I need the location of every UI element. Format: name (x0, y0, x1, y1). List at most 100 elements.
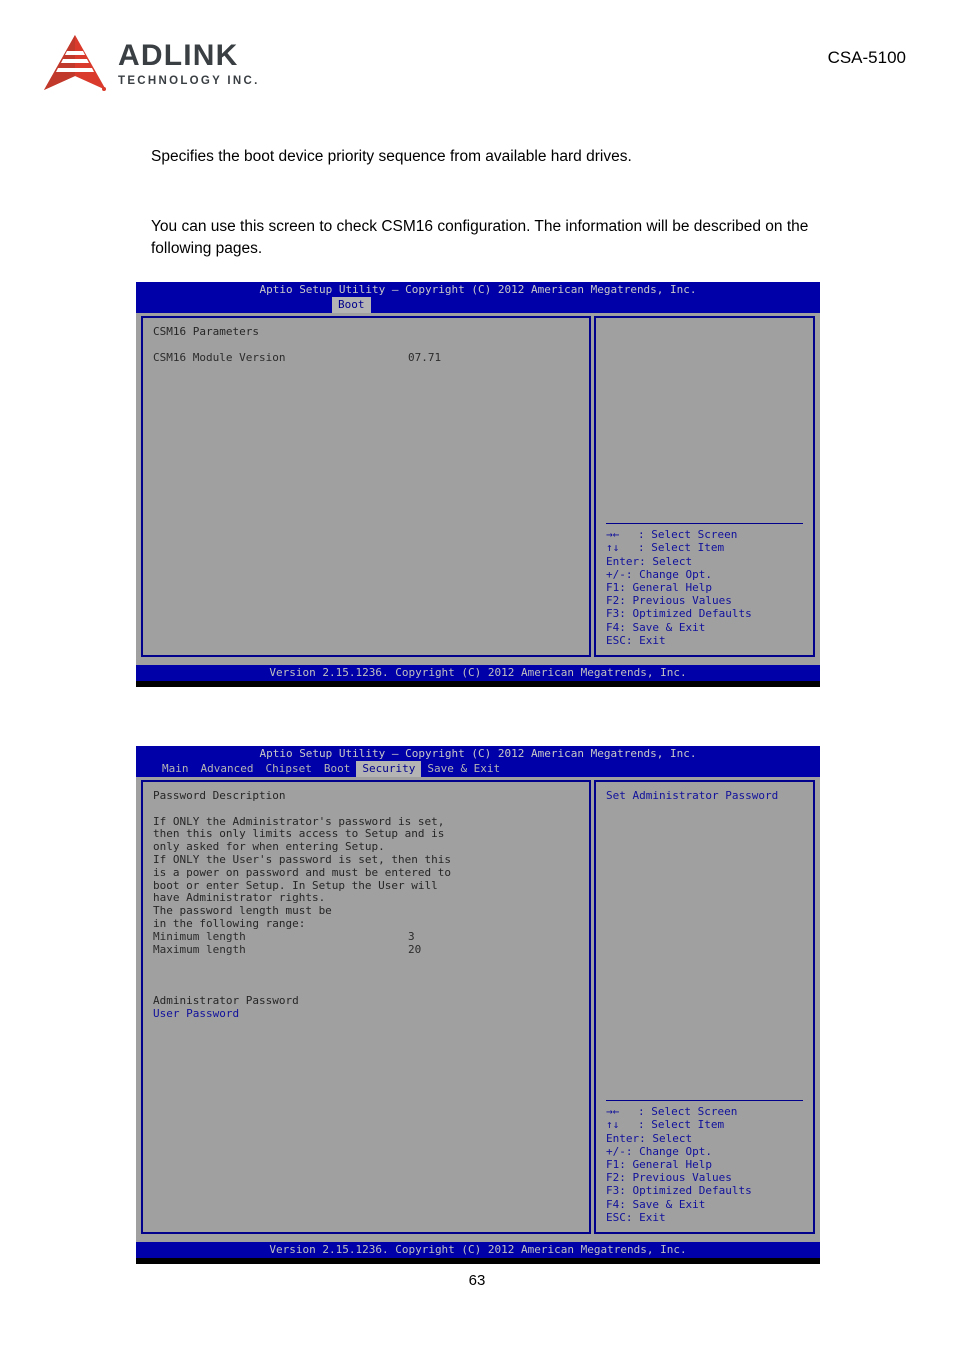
paragraph-boot-priority: Specifies the boot device priority seque… (151, 148, 632, 165)
bios2-legend-label: : Previous Values (619, 1171, 732, 1185)
bios1-legend-symbol: ESC (606, 633, 626, 647)
bios2-left-panel: Password Description If ONLY the Adminis… (141, 780, 591, 1234)
bios-screenshot-csm-parameters: Aptio Setup Utility – Copyright (C) 2012… (136, 282, 820, 687)
bios2-item-administrator-password[interactable]: Administrator Password (153, 994, 579, 1008)
bios2-bottom-edge (136, 1258, 820, 1264)
bios1-legend-f1: F1: General Help (606, 581, 803, 594)
bios2-legend-label: : Select Screen (638, 1105, 738, 1119)
bios2-footer: Version 2.15.1236. Copyright (C) 2012 Am… (136, 1242, 820, 1258)
bios1-section-heading: CSM16 Parameters (153, 325, 259, 338)
bios1-legend-label: : Save & Exit (619, 620, 706, 634)
bios2-tab-security[interactable]: Security (356, 761, 422, 777)
bios2-row-key: Maximum length (153, 942, 246, 956)
bios2-legend-symbol: F1 (606, 1157, 620, 1171)
bios2-legend-label: : Optimized Defaults (619, 1184, 752, 1198)
bios2-legend-label: : Exit (625, 1210, 666, 1224)
page-header: ADLINK TECHNOLOGY INC. CSA-5100 (0, 0, 954, 110)
bios2-desc-line: is a power on password and must be enter… (153, 865, 452, 879)
adlink-logo-text: ADLINK TECHNOLOGY INC. (118, 39, 260, 88)
bios1-tab-boot[interactable]: Boot (332, 297, 371, 313)
bios1-legend-symbol: Enter (606, 554, 640, 568)
bios1-right-panel: →←: Select Screen ↑↓: Select Item Enter:… (594, 316, 815, 657)
bios1-legend-label: : Select Screen (638, 528, 738, 542)
bios2-legend-divider (606, 1100, 803, 1102)
bios1-legend-f4: F4: Save & Exit (606, 621, 803, 634)
arrow-lr-icon: →← (606, 1105, 620, 1119)
bios2-menu-tabs: Main Advanced Chipset Boot Security Save… (136, 761, 820, 777)
bios2-legend-symbol: F2 (606, 1171, 620, 1185)
bios1-row-key: CSM16 Module Version (153, 350, 286, 364)
bios2-legend-list: →← : Select Screen ↑↓ : Select Item Enter:… (606, 1105, 803, 1224)
logo-primary-text: ADLINK (118, 38, 239, 72)
bios2-tab-save-exit[interactable]: Save & Exit (421, 761, 506, 777)
bios2-spacer-1 (153, 803, 579, 816)
bios1-legend-list: →←: Select Screen ↑↓: Select Item Enter:… (606, 528, 803, 647)
bios2-section-heading: Password Description (153, 789, 286, 802)
bios2-legend-enter: Enter: Select (606, 1132, 803, 1145)
document-model-number: CSA-5100 (827, 48, 906, 67)
bios2-row-maximum-length: Maximum length 20 (153, 942, 579, 957)
bios2-help-text: Set Administrator Password (606, 789, 779, 802)
bios1-row-module-version[interactable]: CSM16 Module Version 07.71 (153, 350, 579, 365)
bios-screenshot-security: Aptio Setup Utility – Copyright (C) 2012… (136, 746, 820, 1264)
bios2-legend-f1: F1: General Help (606, 1158, 803, 1171)
bios2-row-key: Minimum length (153, 929, 246, 943)
bios2-legend-label: : General Help (619, 1157, 712, 1171)
bios1-bottom-edge (136, 681, 820, 687)
bios1-legend-symbol: F3 (606, 607, 620, 621)
bios1-legend-symbol: F2 (606, 594, 620, 608)
bios2-legend-f2: F2: Previous Values (606, 1171, 803, 1184)
bios2-item-user-password[interactable]: User Password (153, 1007, 579, 1021)
bios1-legend-symbol: +/- (606, 567, 626, 581)
bios2-legend-f4: F4: Save & Exit (606, 1198, 803, 1211)
page-number: 63 (468, 1272, 486, 1289)
bios2-title: Aptio Setup Utility – Copyright (C) 2012… (136, 746, 820, 761)
bios2-row-value: 20 (408, 942, 422, 956)
bios2-right-panel: Set Administrator Password →← : Select Sc… (594, 780, 815, 1234)
paragraph-csm16-intro: You can use this screen to check CSM16 c… (151, 218, 809, 258)
bios2-legend-select-item: ↑↓ : Select Item (606, 1118, 803, 1131)
bios1-legend-divider (606, 523, 803, 525)
bios1-legend-label: : Optimized Defaults (619, 607, 752, 621)
bios2-tab-boot[interactable]: Boot (318, 761, 357, 777)
bios2-spacer-4 (153, 982, 579, 995)
bios1-row-value: 07.71 (408, 350, 442, 364)
bios1-legend-label: : Change Opt. (625, 567, 712, 581)
bios2-desc-line: in the following range: (153, 916, 306, 930)
arrow-ud-icon: ↑↓ (606, 541, 620, 555)
bios1-menu-tabs: Boot (136, 297, 820, 313)
bios1-body: CSM16 Parameters CSM16 Module Version 07… (136, 313, 820, 661)
bios1-left-panel: CSM16 Parameters CSM16 Module Version 07… (141, 316, 591, 657)
bios2-legend-label: : Change Opt. (625, 1144, 712, 1158)
adlink-logo: ADLINK TECHNOLOGY INC. (42, 34, 260, 92)
bios2-desc-line: If ONLY the User's password is set, then… (153, 852, 452, 866)
bios2-legend-esc: ESC: Exit (606, 1211, 803, 1224)
bios1-legend-esc: ESC: Exit (606, 634, 803, 647)
logo-secondary-text: TECHNOLOGY INC. (118, 74, 260, 87)
bios2-row-value: 3 (408, 929, 415, 943)
bios1-legend-select-screen: →←: Select Screen (606, 528, 803, 541)
bios2-legend-label: : Save & Exit (619, 1197, 706, 1211)
bios2-legend-label: : Select (639, 1131, 693, 1145)
bios1-legend-enter: Enter: Select (606, 555, 803, 568)
bios1-legend-change-opt: +/-: Change Opt. (606, 568, 803, 581)
arrow-ud-icon: ↑↓ (606, 1118, 620, 1132)
bios1-spacer (153, 339, 579, 352)
bios1-footer: Version 2.15.1236. Copyright (C) 2012 Am… (136, 665, 820, 681)
bios1-legend-label: : Exit (625, 633, 666, 647)
bios2-tab-chipset[interactable]: Chipset (259, 761, 317, 777)
bios1-legend-symbol: F1 (606, 580, 620, 594)
bios2-legend-symbol: ESC (606, 1210, 626, 1224)
bios2-tab-main[interactable]: Main (156, 761, 195, 777)
bios2-legend-select-screen: →← : Select Screen (606, 1105, 803, 1118)
bios2-tab-advanced[interactable]: Advanced (195, 761, 260, 777)
bios2-legend-label: : Select Item (638, 1118, 725, 1132)
bios1-legend-f3: F3: Optimized Defaults (606, 607, 803, 620)
bios1-legend-label: : Select (639, 554, 693, 568)
bios2-legend-symbol: F4 (606, 1197, 620, 1211)
bios2-legend-symbol: +/- (606, 1144, 626, 1158)
bios1-legend-f2: F2: Previous Values (606, 594, 803, 607)
bios2-spacer-2 (153, 956, 579, 969)
bios1-legend-label: : Previous Values (619, 594, 732, 608)
bios1-help-text (606, 326, 803, 523)
